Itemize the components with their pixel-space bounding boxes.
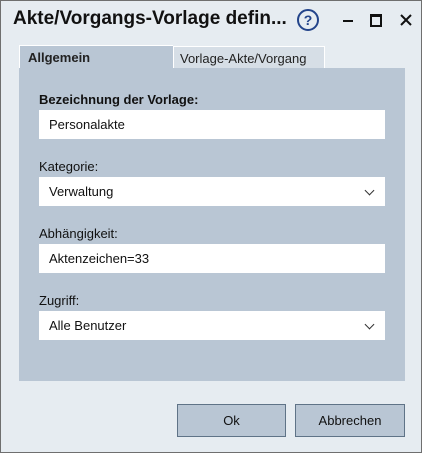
chevron-down-icon xyxy=(364,185,375,196)
minimize-icon xyxy=(343,20,353,22)
dialog-window: Akte/Vorgangs-Vorlage defin... ? Allgeme… xyxy=(0,0,422,453)
access-select[interactable]: Alle Benutzer xyxy=(39,311,385,340)
chevron-down-icon xyxy=(364,319,375,330)
dependency-field-value: Aktenzeichen=33 xyxy=(49,251,150,266)
category-select-value: Verwaltung xyxy=(49,184,114,199)
access-label: Zugriff: xyxy=(39,293,80,308)
tab-allgemein[interactable]: Allgemein xyxy=(19,45,173,69)
maximize-icon xyxy=(370,13,382,27)
name-field-value: Personalakte xyxy=(49,117,125,132)
close-icon xyxy=(400,14,412,26)
category-label: Kategorie: xyxy=(39,159,99,174)
help-icon[interactable]: ? xyxy=(297,9,319,31)
access-select-value: Alle Benutzer xyxy=(49,318,127,333)
dependency-field[interactable]: Aktenzeichen=33 xyxy=(39,244,385,273)
category-select[interactable]: Verwaltung xyxy=(39,177,385,206)
cancel-button[interactable]: Abbrechen xyxy=(295,404,405,437)
name-label: Bezeichnung der Vorlage: xyxy=(39,92,199,107)
tab-panel-allgemein: Bezeichnung der Vorlage: Personalakte Ka… xyxy=(19,68,405,381)
close-button[interactable] xyxy=(393,7,419,33)
ok-button[interactable]: Ok xyxy=(177,404,286,437)
minimize-button[interactable] xyxy=(335,7,361,33)
maximize-button[interactable] xyxy=(363,7,389,33)
tab-vorlage-akte-vorgang[interactable]: Vorlage-Akte/Vorgang xyxy=(173,46,325,69)
dependency-label: Abhängigkeit: xyxy=(39,226,118,241)
name-field[interactable]: Personalakte xyxy=(39,110,385,139)
title-bar[interactable]: Akte/Vorgangs-Vorlage defin... ? xyxy=(1,1,421,39)
window-title: Akte/Vorgangs-Vorlage defin... xyxy=(13,8,287,29)
